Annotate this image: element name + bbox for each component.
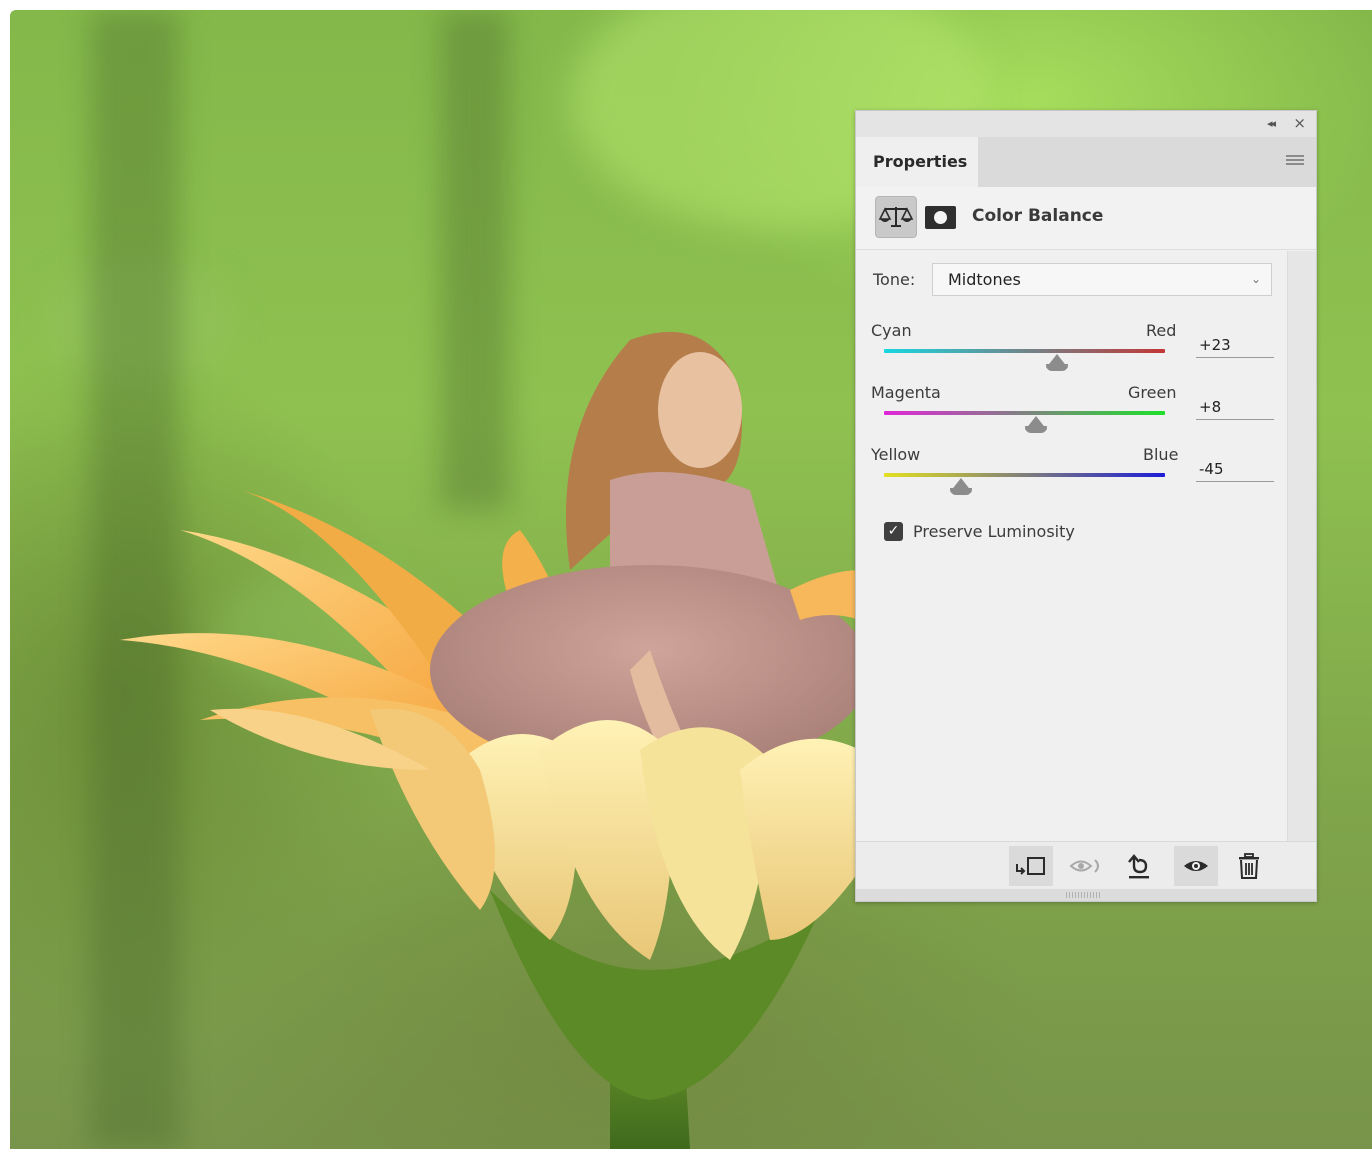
clip-to-layer-button[interactable] [1009,846,1053,886]
panel-menu-icon[interactable] [1286,155,1304,167]
slider-yellow-label: Yellow [871,445,921,464]
reset-button[interactable] [1117,846,1161,886]
vertical-scrollbar[interactable] [1287,251,1316,841]
cyan-red-slider-track[interactable] [884,349,1165,353]
slider-blue-label: Blue [1143,445,1179,464]
slider-magenta-label: Magenta [871,383,941,402]
panel-tab-row: Properties [856,137,1316,187]
properties-panel: ◂◂ × Properties Color Balance Tone: Midt… [855,110,1317,902]
tone-dropdown-value: Midtones [948,270,1021,289]
tab-properties[interactable]: Properties [856,137,978,187]
slider-green-label: Green [1128,383,1177,402]
reset-icon [1128,854,1149,879]
toggle-visibility-button[interactable] [1174,846,1218,886]
cyan-red-slider-thumb[interactable] [1045,354,1068,371]
layer-mask-icon[interactable] [925,206,956,229]
yellow-blue-slider-thumb[interactable] [950,478,973,495]
slider-red-label: Red [1146,321,1177,340]
view-previous-state-button[interactable] [1064,846,1108,886]
close-icon[interactable]: × [1293,114,1306,132]
delete-button[interactable] [1227,846,1271,886]
panel-footer-toolbar [856,841,1316,890]
panel-resize-grip[interactable] [856,889,1316,901]
trash-icon [1239,853,1259,879]
balance-scale-icon[interactable] [875,196,917,238]
slider-cyan-label: Cyan [871,321,912,340]
panel-title-bar[interactable]: ◂◂ × [856,111,1316,137]
view-previous-state-icon [1069,859,1099,873]
eye-icon [1184,861,1208,871]
adjustment-header: Color Balance [856,187,1316,250]
preserve-luminosity-label: Preserve Luminosity [913,522,1075,541]
yellow-blue-value-field[interactable] [1196,456,1274,482]
magenta-green-slider-track[interactable] [884,411,1165,415]
clip-to-layer-icon [1016,857,1045,875]
cyan-red-value-field[interactable] [1196,332,1274,358]
adjustment-title: Color Balance [972,206,1104,226]
preserve-luminosity-checkbox[interactable]: ✓ [884,522,903,541]
tone-dropdown[interactable]: Midtones ⌄ [932,263,1272,296]
double-chevron-left-icon[interactable]: ◂◂ [1267,117,1276,130]
magenta-green-value-field[interactable] [1196,394,1274,420]
chevron-down-icon: ⌄ [1250,272,1261,286]
yellow-blue-slider-track[interactable] [884,473,1165,477]
tone-label: Tone: [873,270,916,289]
magenta-green-slider-thumb[interactable] [1024,416,1047,433]
